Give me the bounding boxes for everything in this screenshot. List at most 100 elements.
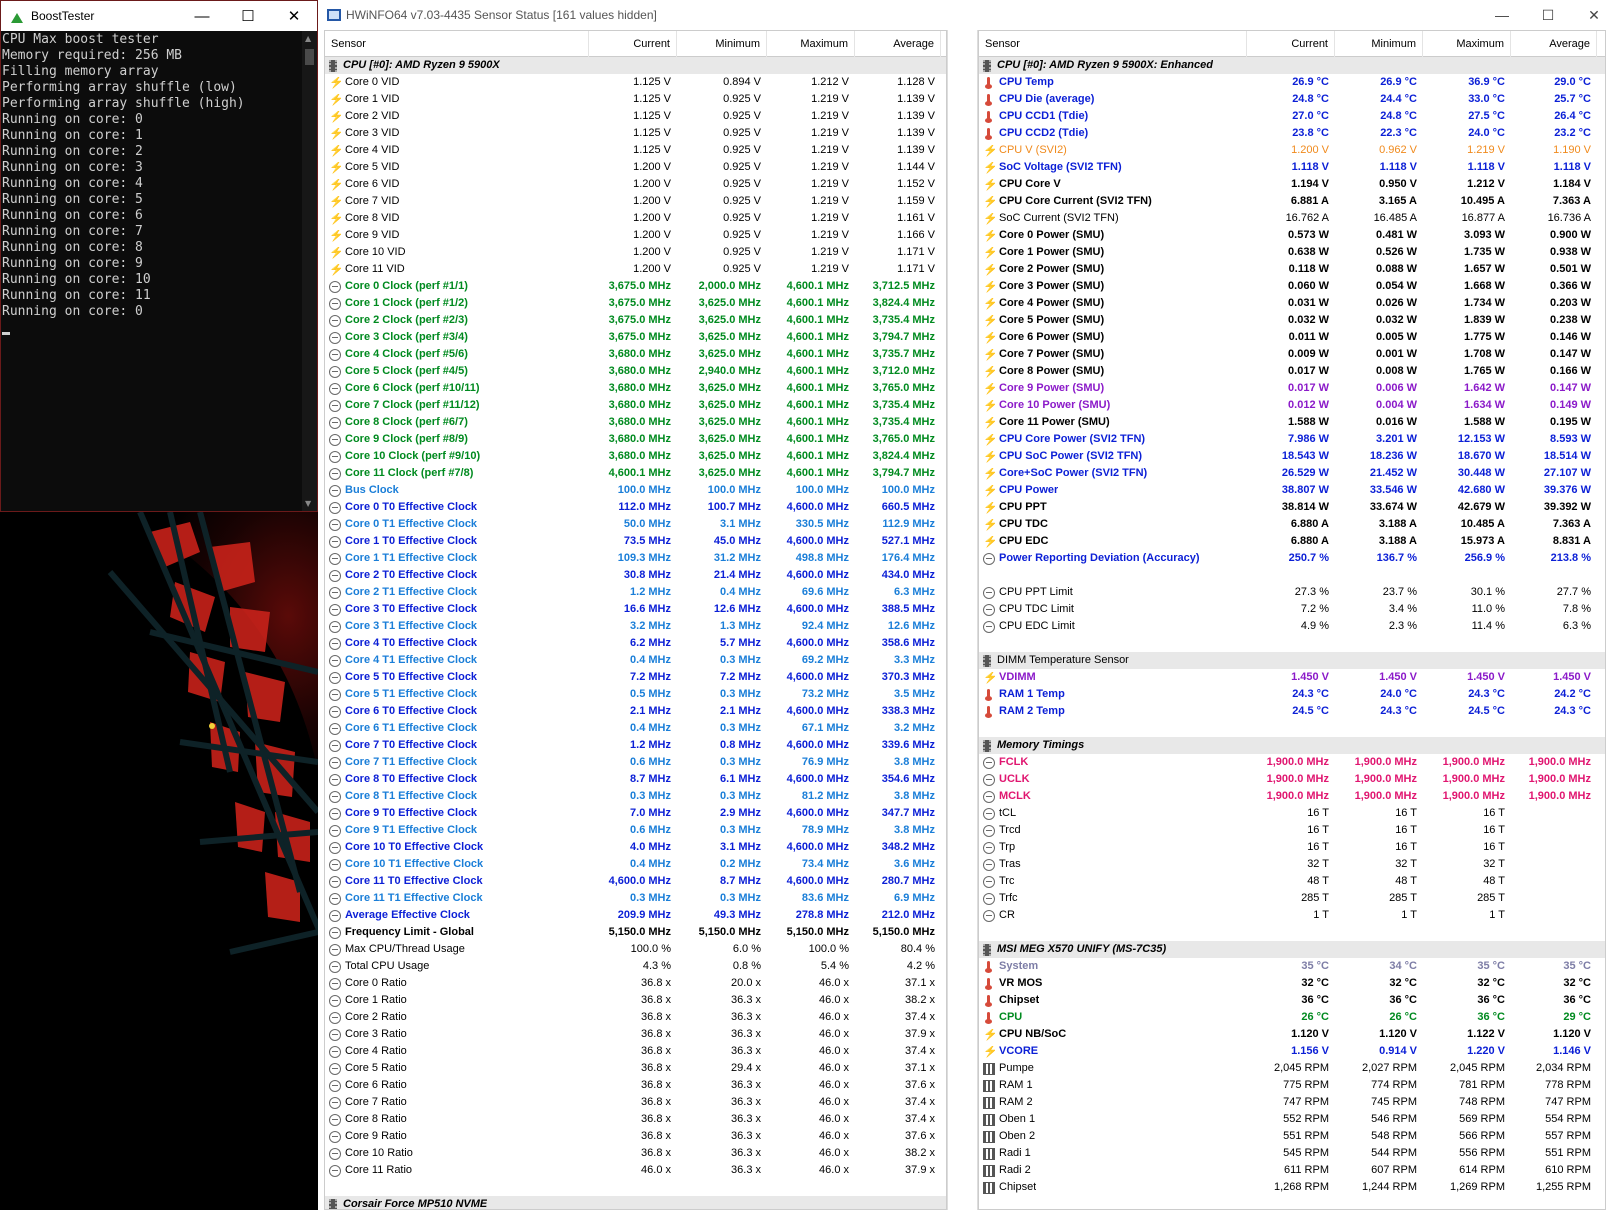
sensor-row[interactable]: Core 10 T0 Effective Clock 4.0 MHz 3.1 MHz… (325, 839, 946, 856)
sensor-row[interactable]: Core 0 T1 Effective Clock 50.0 MHz 3.1 MHz… (325, 516, 946, 533)
sensor-row[interactable]: Core 6 VID 1.200 V 0.925 V 1.219 V 1.152 V (325, 176, 946, 193)
sensor-row[interactable]: System 35 °C 34 °C 35 °C 35 °C (979, 958, 1605, 975)
sensor-row[interactable]: Core 8 T0 Effective Clock 8.7 MHz 6.1 MHz 4… (325, 771, 946, 788)
sensor-row[interactable]: Core 0 Clock (perf #1/1) 3,675.0 MHz 2,000… (325, 278, 946, 295)
column-header-minimum[interactable]: Minimum (1335, 31, 1423, 57)
sensor-row[interactable]: Average Effective Clock 209.9 MHz 49.3 MHz… (325, 907, 946, 924)
column-header-current[interactable]: Current (589, 31, 677, 57)
sensor-row[interactable]: Core 3 Ratio 36.8 x 36.3 x 46.0 x 37.9 x (325, 1026, 946, 1043)
sensor-row[interactable]: Core 0 T0 Effective Clock 112.0 MHz 100.7 … (325, 499, 946, 516)
sensor-row[interactable]: Core 9 Clock (perf #8/9) 3,680.0 MHz 3,625… (325, 431, 946, 448)
sensor-row[interactable]: Core 10 VID 1.200 V 0.925 V 1.219 V 1.171 V (325, 244, 946, 261)
sensor-row[interactable]: CPU CCD2 (Tdie) 23.8 °C 22.3 °C 24.0 °C 23.2… (979, 125, 1605, 142)
sensor-row[interactable]: Core 5 Power (SMU) 0.032 W 0.032 W 1.839 W 0… (979, 312, 1605, 329)
sensor-row[interactable]: Core 2 T0 Effective Clock 30.8 MHz 21.4 MH… (325, 567, 946, 584)
sensor-row[interactable]: CPU TDC Limit 7.2 % 3.4 % 11.0 % 7.8 % (979, 601, 1605, 618)
sensor-row[interactable]: Core 11 Power (SMU) 1.588 W 0.016 W 1.588 W… (979, 414, 1605, 431)
sensor-row[interactable]: Core 11 Ratio 46.0 x 36.3 x 46.0 x 37.9 x (325, 1162, 946, 1179)
sensor-row[interactable]: Core 0 VID 1.125 V 0.894 V 1.212 V 1.128 V (325, 74, 946, 91)
sensor-row[interactable]: Core 1 Ratio 36.8 x 36.3 x 46.0 x 38.2 x (325, 992, 946, 1009)
sensor-row[interactable]: Core 3 Clock (perf #3/4) 3,675.0 MHz 3,625… (325, 329, 946, 346)
sensor-row[interactable]: CPU Power 38.807 W 33.546 W 42.680 W 39.376 … (979, 482, 1605, 499)
sensor-row[interactable]: Core 11 T0 Effective Clock 4,600.0 MHz 8.7… (325, 873, 946, 890)
column-header-sensor[interactable]: Sensor (979, 31, 1247, 57)
sensor-row[interactable]: Trcd 16 T 16 T 16 T (979, 822, 1605, 839)
sensor-row[interactable]: Core 7 T0 Effective Clock 1.2 MHz 0.8 MHz 4… (325, 737, 946, 754)
sensor-row[interactable]: Core 9 T0 Effective Clock 7.0 MHz 2.9 MHz 4… (325, 805, 946, 822)
sensor-row[interactable]: Core 4 T0 Effective Clock 6.2 MHz 5.7 MHz 4… (325, 635, 946, 652)
sensor-row[interactable]: CPU Core Power (SVI2 TFN) 7.986 W 3.201 W 1… (979, 431, 1605, 448)
sensor-row[interactable]: CPU Core Current (SVI2 TFN) 6.881 A 3.165 … (979, 193, 1605, 210)
sensor-row[interactable]: Core 8 Power (SMU) 0.017 W 0.008 W 1.765 W 0… (979, 363, 1605, 380)
sensor-row[interactable]: Core 1 Clock (perf #1/2) 3,675.0 MHz 3,625… (325, 295, 946, 312)
sensor-row[interactable]: RAM 1 775 RPM 774 RPM 781 RPM 778 RPM (979, 1077, 1605, 1094)
sensor-row[interactable]: Max CPU/Thread Usage 100.0 % 6.0 % 100.0 % 8… (325, 941, 946, 958)
sensor-row[interactable]: Core 9 Ratio 36.8 x 36.3 x 46.0 x 37.6 x (325, 1128, 946, 1145)
sensor-row[interactable]: Bus Clock 100.0 MHz 100.0 MHz 100.0 MHz 100.… (325, 482, 946, 499)
sensor-row[interactable]: Core 11 T1 Effective Clock 0.3 MHz 0.3 MHz… (325, 890, 946, 907)
sensor-row[interactable]: Core 5 T1 Effective Clock 0.5 MHz 0.3 MHz 7… (325, 686, 946, 703)
sensor-row[interactable]: CPU Die (average) 24.8 °C 24.4 °C 33.0 °C 25… (979, 91, 1605, 108)
hwinfo-titlebar[interactable]: HWiNFO64 v7.03-4435 Sensor Status [161 v… (318, 0, 1617, 30)
sensor-table-left[interactable]: Sensor Current Minimum Maximum Average CPU [#… (324, 30, 947, 1210)
close-button[interactable]: ✕ (1571, 7, 1617, 24)
sensor-row[interactable]: CPU NB/SoC 1.120 V 1.120 V 1.122 V 1.120 V (979, 1026, 1605, 1043)
sensor-row[interactable]: Core 6 T0 Effective Clock 2.1 MHz 2.1 MHz 4… (325, 703, 946, 720)
sensor-row[interactable]: Core 9 Power (SMU) 0.017 W 0.006 W 1.642 W 0… (979, 380, 1605, 397)
sensor-row[interactable]: VDIMM 1.450 V 1.450 V 1.450 V 1.450 V (979, 669, 1605, 686)
column-header-current[interactable]: Current (1247, 31, 1335, 57)
sensor-row[interactable]: Frequency Limit - Global 5,150.0 MHz 5,150… (325, 924, 946, 941)
column-header-minimum[interactable]: Minimum (677, 31, 767, 57)
sensor-row[interactable]: Core 9 VID 1.200 V 0.925 V 1.219 V 1.166 V (325, 227, 946, 244)
sensor-row[interactable]: CPU SoC Power (SVI2 TFN) 18.543 W 18.236 W… (979, 448, 1605, 465)
sensor-row[interactable]: Core 7 Power (SMU) 0.009 W 0.001 W 1.708 W 0… (979, 346, 1605, 363)
sensor-row[interactable]: Core 2 VID 1.125 V 0.925 V 1.219 V 1.139 V (325, 108, 946, 125)
sensor-row[interactable]: Core 0 Power (SMU) 0.573 W 0.481 W 3.093 W 0… (979, 227, 1605, 244)
console-window[interactable]: BoostTester — ☐ ✕ CPU Max boost tester Me… (0, 0, 318, 512)
sensor-row[interactable]: Core 10 Clock (perf #9/10) 3,680.0 MHz 3,6… (325, 448, 946, 465)
sensor-row[interactable]: Core 2 T1 Effective Clock 1.2 MHz 0.4 MHz 6… (325, 584, 946, 601)
sensor-group-header[interactable]: MSI MEG X570 UNIFY (MS-7C35) (979, 941, 1605, 958)
column-header-average[interactable]: Average (855, 31, 941, 57)
pane-divider[interactable] (947, 30, 978, 1210)
sensor-row[interactable]: VCORE 1.156 V 0.914 V 1.220 V 1.146 V (979, 1043, 1605, 1060)
sensor-row[interactable]: Core 9 T1 Effective Clock 0.6 MHz 0.3 MHz 7… (325, 822, 946, 839)
sensor-row[interactable]: CPU EDC Limit 4.9 % 2.3 % 11.4 % 6.3 % (979, 618, 1605, 635)
sensor-row[interactable]: Core 5 Ratio 36.8 x 29.4 x 46.0 x 37.1 x (325, 1060, 946, 1077)
sensor-row[interactable]: Core 10 Ratio 36.8 x 36.3 x 46.0 x 38.2 x (325, 1145, 946, 1162)
maximize-button[interactable]: ☐ (1525, 7, 1571, 24)
close-button[interactable]: ✕ (271, 7, 317, 25)
sensor-row[interactable]: Core 3 VID 1.125 V 0.925 V 1.219 V 1.139 V (325, 125, 946, 142)
sensor-row[interactable]: Core 8 Clock (perf #6/7) 3,680.0 MHz 3,625… (325, 414, 946, 431)
sensor-group-header[interactable]: CPU [#0]: AMD Ryzen 9 5900X: Enhanced (979, 57, 1605, 74)
sensor-row[interactable]: CPU TDC 6.880 A 3.188 A 10.485 A 7.363 A (979, 516, 1605, 533)
sensor-row[interactable]: Core 4 Clock (perf #5/6) 3,680.0 MHz 3,625… (325, 346, 946, 363)
sensor-row[interactable]: Core 1 VID 1.125 V 0.925 V 1.219 V 1.139 V (325, 91, 946, 108)
sensor-row[interactable]: Core 6 Power (SMU) 0.011 W 0.005 W 1.775 W 0… (979, 329, 1605, 346)
sensor-row[interactable]: RAM 1 Temp 24.3 °C 24.0 °C 24.3 °C 24.2 °C (979, 686, 1605, 703)
scroll-down-icon[interactable]: ▼ (305, 499, 311, 508)
sensor-row[interactable]: Tras 32 T 32 T 32 T (979, 856, 1605, 873)
sensor-row[interactable]: Oben 1 552 RPM 546 RPM 569 RPM 554 RPM (979, 1111, 1605, 1128)
sensor-row[interactable]: Trc 48 T 48 T 48 T (979, 873, 1605, 890)
sensor-group-header[interactable]: Memory Timings (979, 737, 1605, 754)
column-header-average[interactable]: Average (1511, 31, 1597, 57)
sensor-group-header[interactable]: Corsair Force MP510 NVME (325, 1196, 946, 1209)
maximize-button[interactable]: ☐ (225, 7, 271, 25)
sensor-row[interactable]: CR 1 T 1 T 1 T (979, 907, 1605, 924)
sensor-row[interactable]: Radi 1 545 RPM 544 RPM 556 RPM 551 RPM (979, 1145, 1605, 1162)
sensor-row[interactable]: Core 3 Power (SMU) 0.060 W 0.054 W 1.668 W 0… (979, 278, 1605, 295)
sensor-row[interactable]: Core 0 Ratio 36.8 x 20.0 x 46.0 x 37.1 x (325, 975, 946, 992)
column-header-maximum[interactable]: Maximum (1423, 31, 1511, 57)
sensor-row[interactable]: Core 7 Clock (perf #11/12) 3,680.0 MHz 3,6… (325, 397, 946, 414)
sensor-row[interactable]: Core 1 Power (SMU) 0.638 W 0.526 W 1.735 W 0… (979, 244, 1605, 261)
hwinfo-window[interactable]: HWiNFO64 v7.03-4435 Sensor Status [161 v… (318, 0, 1617, 1210)
sensor-row[interactable]: Core 2 Clock (perf #2/3) 3,675.0 MHz 3,625… (325, 312, 946, 329)
sensor-row[interactable]: CPU EDC 6.880 A 3.188 A 15.973 A 8.831 A (979, 533, 1605, 550)
sensor-row[interactable]: Core 6 Ratio 36.8 x 36.3 x 46.0 x 37.6 x (325, 1077, 946, 1094)
sensor-row[interactable]: SoC Voltage (SVI2 TFN) 1.118 V 1.118 V 1.11… (979, 159, 1605, 176)
sensor-row[interactable]: Core 5 Clock (perf #4/5) 3,680.0 MHz 2,940… (325, 363, 946, 380)
sensor-row[interactable]: Core 7 VID 1.200 V 0.925 V 1.219 V 1.159 V (325, 193, 946, 210)
sensor-row[interactable]: RAM 2 Temp 24.5 °C 24.3 °C 24.5 °C 24.3 °C (979, 703, 1605, 720)
sensor-row[interactable]: Trfc 285 T 285 T 285 T (979, 890, 1605, 907)
